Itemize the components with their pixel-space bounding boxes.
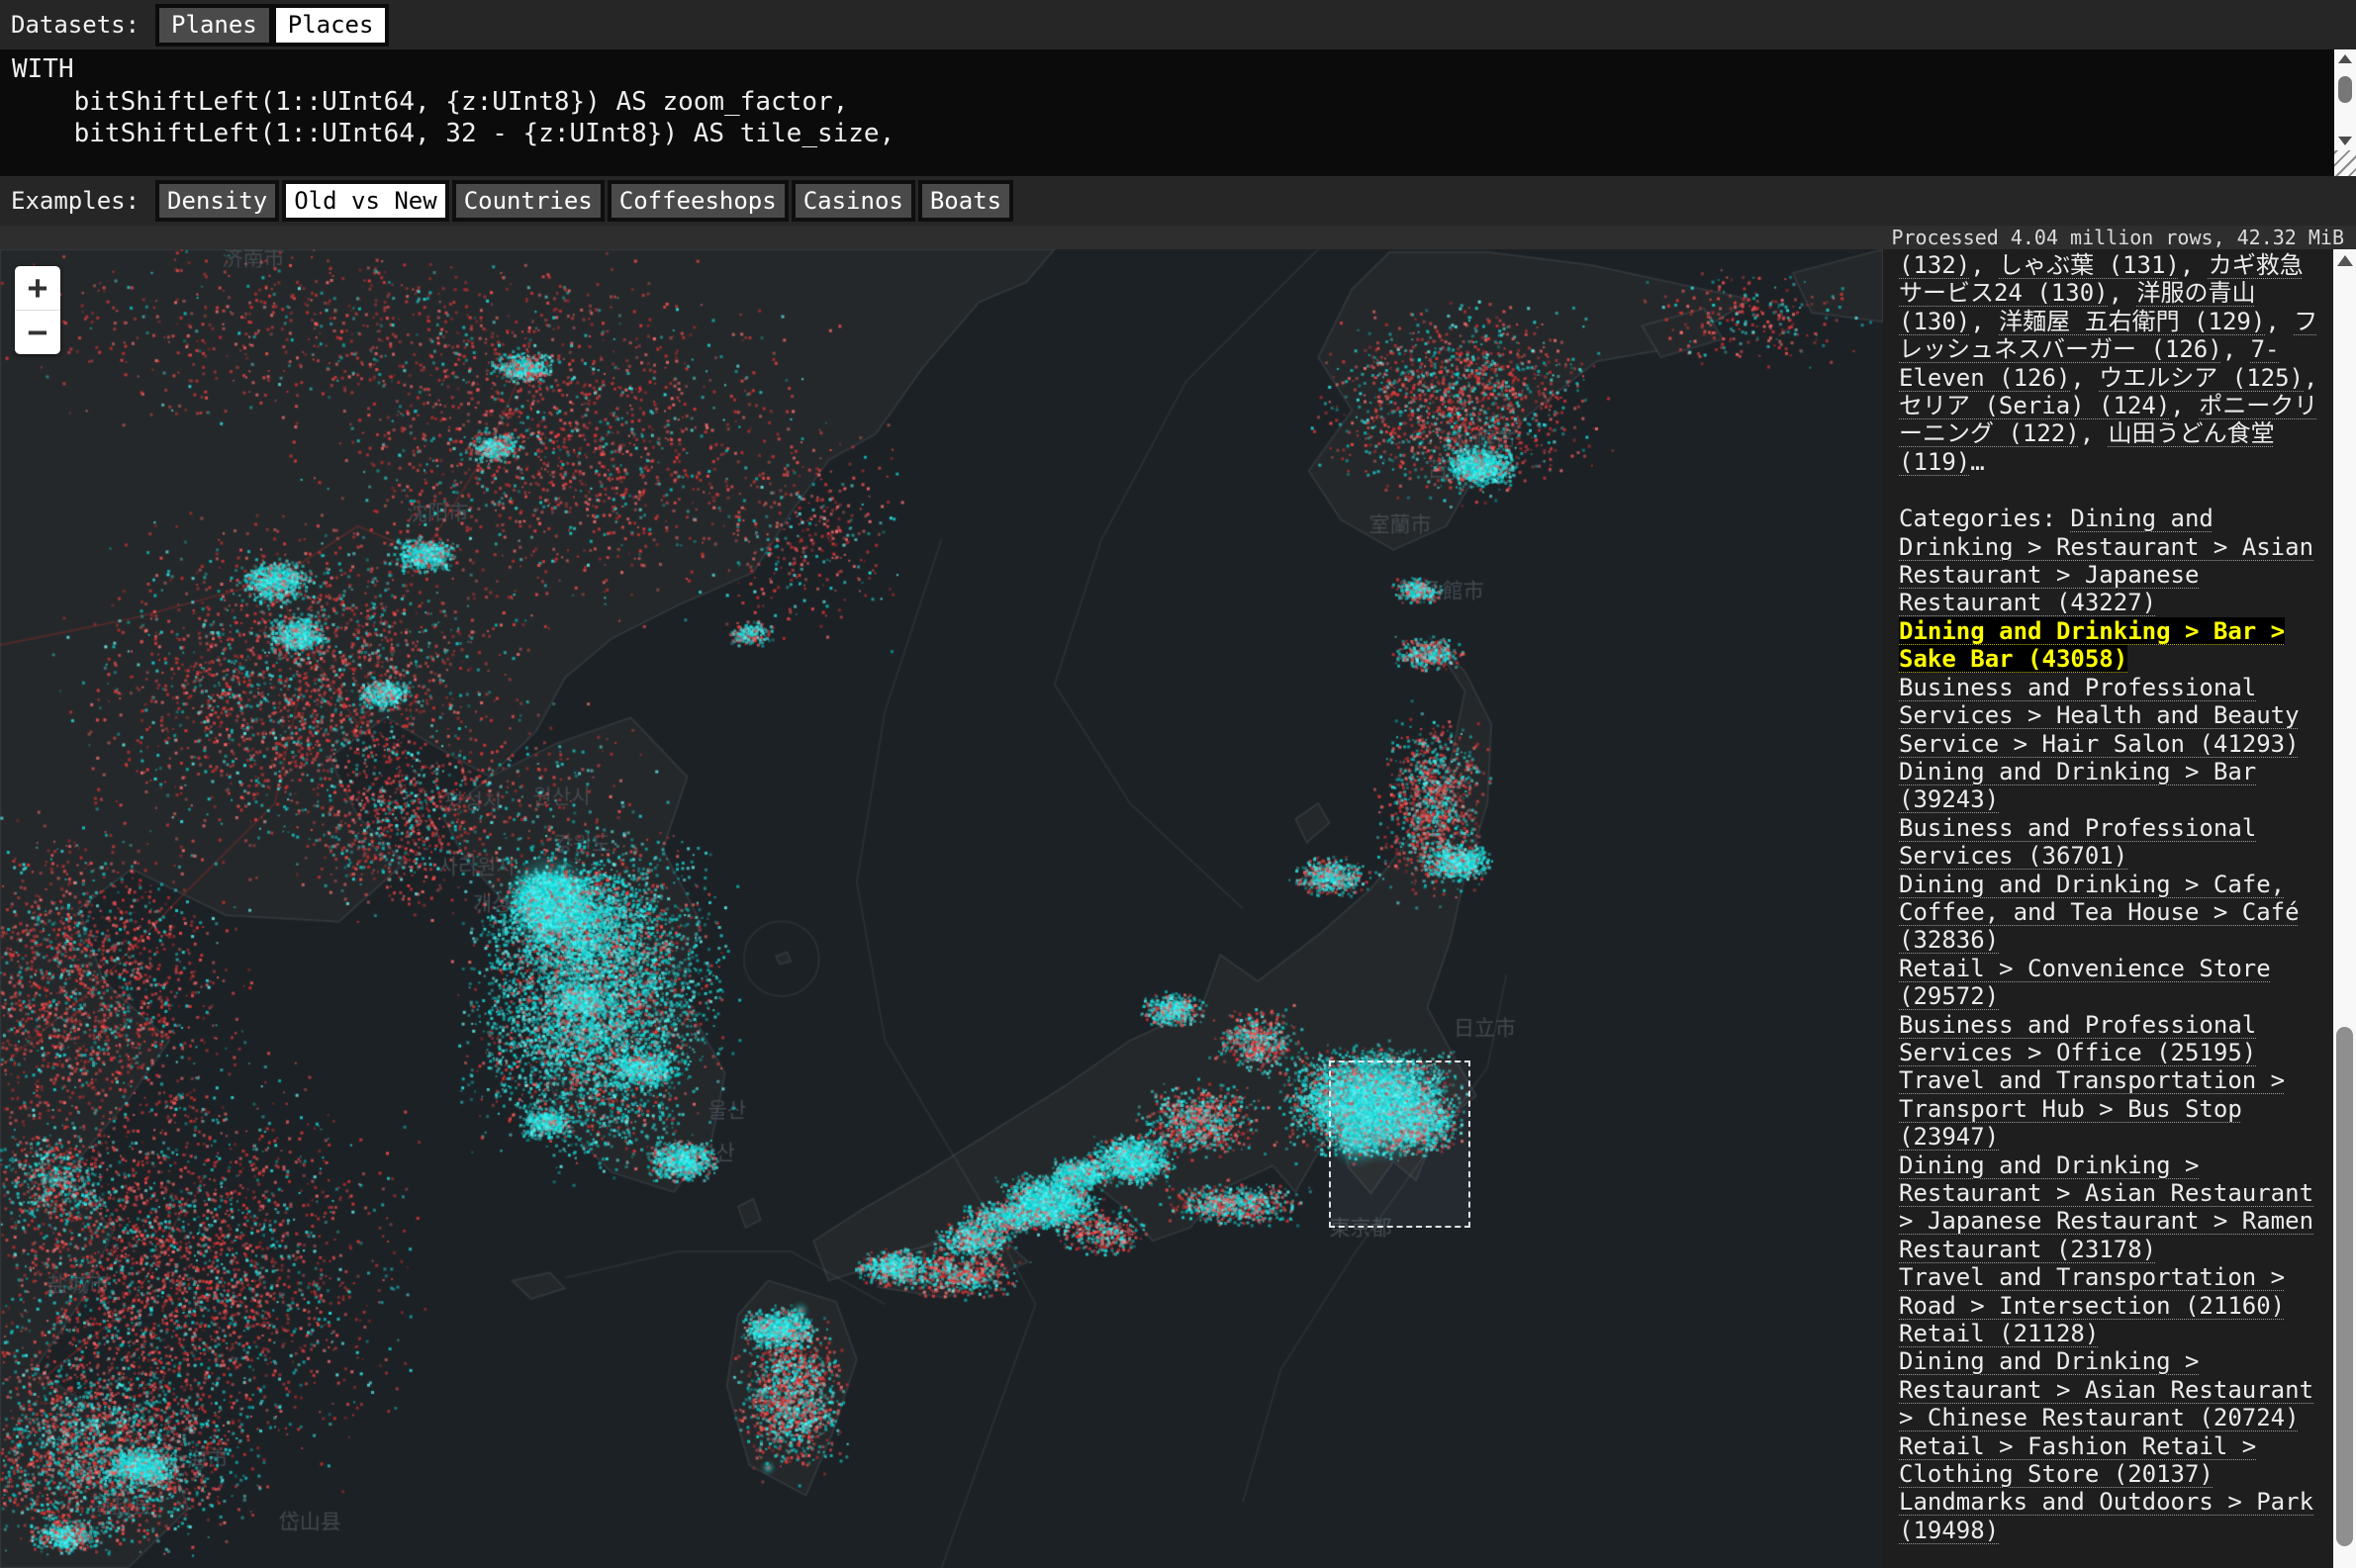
- example-button-boats[interactable]: Boats: [918, 180, 1013, 222]
- category-row: Dining and Drinking > Cafe, Coffee, and …: [1899, 871, 2323, 955]
- status-text: Processed 4.04 million rows, 42.32 MiB: [1891, 226, 2356, 249]
- category-link[interactable]: Landmarks and Outdoors > Park (19498): [1899, 1488, 2313, 1543]
- category-link[interactable]: Business and Professional Services > Hea…: [1899, 674, 2300, 758]
- map-zoom-control: + −: [15, 266, 60, 354]
- category-row: Travel and Transportation > Road > Inter…: [1899, 1263, 2323, 1320]
- datasets-label: Datasets:: [11, 11, 140, 39]
- category-row: Business and Professional Services > Off…: [1899, 1011, 2323, 1067]
- categories-label: Categories:: [1899, 505, 2070, 532]
- category-row: Business and Professional Services > Hea…: [1899, 674, 2323, 758]
- sidebar-scrollbar-thumb[interactable]: [2336, 1027, 2353, 1546]
- category-link[interactable]: Travel and Transportation > Transport Hu…: [1899, 1066, 2285, 1151]
- category-row: Retail (21128): [1899, 1320, 2323, 1347]
- category-row: Dining and Drinking > Restaurant > Asian…: [1899, 1347, 2323, 1431]
- brand-link[interactable]: セリア (Seria) (124): [1899, 392, 2170, 419]
- category-row: Landmarks and Outdoors > Park (19498): [1899, 1488, 2323, 1544]
- category-link[interactable]: Business and Professional Services > Off…: [1899, 1011, 2256, 1066]
- dataset-button-planes[interactable]: Planes: [159, 8, 269, 43]
- category-row: Dining and Drinking > Restaurant > Asian…: [1899, 1152, 2323, 1264]
- sidebar-scroll-up-icon[interactable]: [2337, 255, 2353, 266]
- sql-resize-grip-icon[interactable]: [2334, 150, 2356, 176]
- categories-list: Categories: Dining and Drinking > Restau…: [1899, 505, 2323, 1544]
- brand-link[interactable]: ウエルシア (125): [2099, 364, 2304, 392]
- example-button-coffeeshops[interactable]: Coffeeshops: [608, 180, 789, 222]
- examples-label: Examples:: [11, 187, 140, 215]
- datasets-buttons: PlanesPlaces: [155, 4, 389, 46]
- category-row: Categories: Dining and Drinking > Restau…: [1899, 505, 2323, 617]
- brand-link[interactable]: 洋麺屋 五右衛門 (129): [1999, 308, 2265, 335]
- sql-scrollbar-track[interactable]: [2334, 49, 2356, 150]
- dataset-button-places[interactable]: Places: [276, 8, 386, 43]
- example-button-density[interactable]: Density: [155, 180, 279, 222]
- category-link[interactable]: Business and Professional Services (3670…: [1899, 814, 2256, 870]
- sql-scrollbar-thumb[interactable]: [2338, 76, 2352, 103]
- sql-scroll-down-icon[interactable]: [2338, 137, 2352, 145]
- sidebar: (132), しゃぶ葉 (131), カギ救急サービス24 (130), 洋服の…: [1883, 249, 2333, 1568]
- sidebar-scrollbar-track[interactable]: [2333, 249, 2356, 1568]
- example-button-casinos[interactable]: Casinos: [792, 180, 915, 222]
- brand-link[interactable]: (132): [1899, 251, 1970, 279]
- category-link[interactable]: Retail > Fashion Retail > Clothing Store…: [1899, 1432, 2256, 1488]
- category-row: Travel and Transportation > Transport Hu…: [1899, 1066, 2323, 1151]
- category-link[interactable]: Travel and Transportation > Road > Inter…: [1899, 1263, 2285, 1319]
- sql-code[interactable]: WITH bitShiftLeft(1::UInt64, {z:UInt8}) …: [0, 49, 2356, 150]
- map-canvas[interactable]: [0, 249, 1883, 1568]
- datasets-bar: Datasets: PlanesPlaces: [0, 0, 2356, 49]
- zoom-out-button[interactable]: −: [15, 310, 60, 354]
- sql-editor[interactable]: WITH bitShiftLeft(1::UInt64, {z:UInt8}) …: [0, 49, 2356, 176]
- map[interactable]: + −: [0, 249, 1883, 1568]
- category-link[interactable]: Retail > Convenience Store (29572): [1899, 955, 2271, 1010]
- category-row: Business and Professional Services (3670…: [1899, 814, 2323, 871]
- examples-buttons: DensityOld vs NewCountriesCoffeeshopsCas…: [155, 180, 1013, 222]
- category-link[interactable]: Dining and Drinking > Restaurant > Asian…: [1899, 1152, 2313, 1263]
- example-button-countries[interactable]: Countries: [452, 180, 605, 222]
- category-row: Dining and Drinking > Bar > Sake Bar (43…: [1899, 617, 2323, 674]
- category-link-highlighted[interactable]: Dining and Drinking > Bar > Sake Bar (43…: [1899, 617, 2285, 673]
- selection-rectangle[interactable]: [1329, 1061, 1470, 1228]
- category-link[interactable]: Dining and Drinking > Cafe, Coffee, and …: [1899, 871, 2300, 955]
- status-bar: Processed 4.04 million rows, 42.32 MiB: [0, 226, 2356, 249]
- examples-bar: Examples: DensityOld vs NewCountriesCoff…: [0, 176, 2356, 226]
- example-button-old-vs-new[interactable]: Old vs New: [282, 180, 449, 222]
- category-row: Retail > Fashion Retail > Clothing Store…: [1899, 1432, 2323, 1489]
- brands-paragraph: (132), しゃぶ葉 (131), カギ救急サービス24 (130), 洋服の…: [1899, 251, 2323, 476]
- category-row: Retail > Convenience Store (29572): [1899, 955, 2323, 1011]
- sql-scroll-up-icon[interactable]: [2338, 54, 2352, 63]
- category-row: Dining and Drinking > Bar (39243): [1899, 758, 2323, 814]
- category-link[interactable]: Dining and Drinking > Bar (39243): [1899, 758, 2256, 813]
- category-link[interactable]: Retail (21128): [1899, 1320, 2099, 1347]
- category-link[interactable]: Dining and Drinking > Restaurant > Asian…: [1899, 1347, 2313, 1431]
- zoom-in-button[interactable]: +: [15, 266, 60, 310]
- brand-link[interactable]: しゃぶ葉 (131): [1999, 251, 2180, 279]
